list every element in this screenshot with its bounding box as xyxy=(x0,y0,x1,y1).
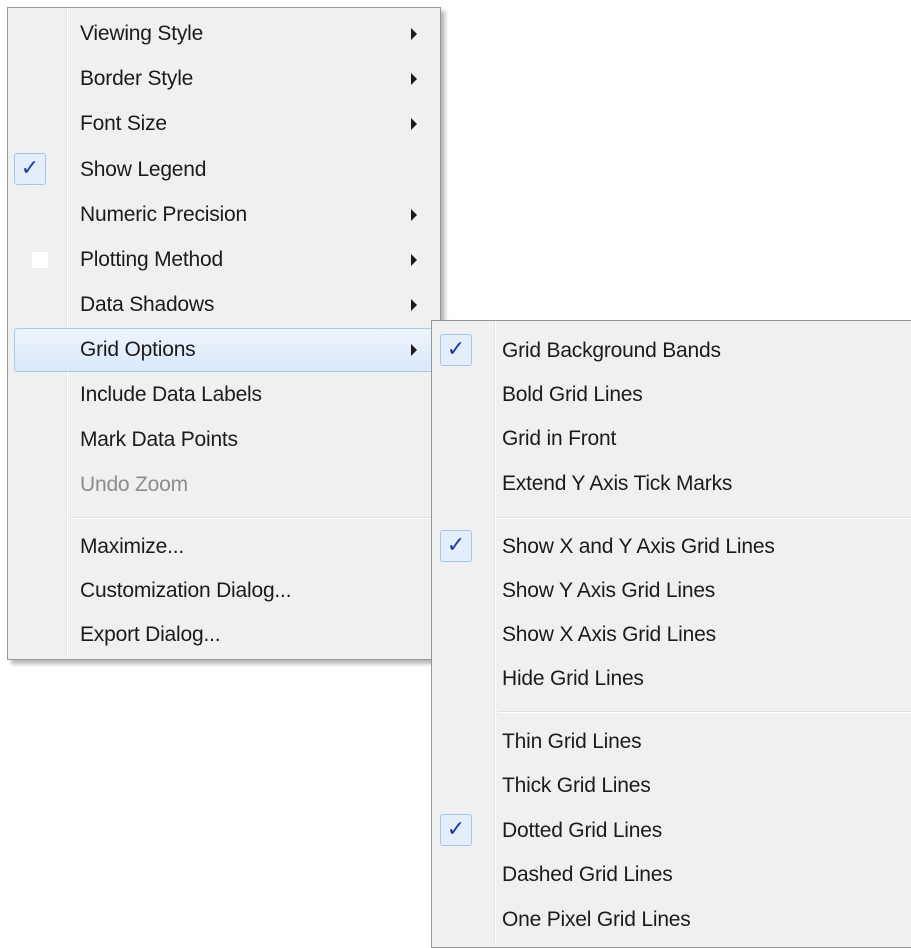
menu-item-include-data-labels[interactable]: Include Data Labels xyxy=(8,373,440,417)
menu-item-thin-grid-lines[interactable]: Thin Grid Lines xyxy=(432,720,911,764)
menu-item-show-legend[interactable]: ✓ Show Legend xyxy=(8,148,440,192)
menu-separator xyxy=(498,711,911,712)
menu-item-thick-grid-lines[interactable]: Thick Grid Lines xyxy=(432,764,911,808)
menu-item-font-size[interactable]: Font Size xyxy=(8,102,440,146)
menu-item-export-dialog[interactable]: Export Dialog... xyxy=(8,613,440,657)
menu-item-label: Hide Grid Lines xyxy=(502,667,644,690)
menu-item-label: Maximize... xyxy=(80,535,184,558)
submenu-arrow-icon xyxy=(411,254,417,266)
menu-item-label: Show X Axis Grid Lines xyxy=(502,623,716,646)
menu-item-label: One Pixel Grid Lines xyxy=(502,908,691,931)
menu-item-customization-dialog[interactable]: Customization Dialog... xyxy=(8,569,440,613)
checkmark-icon: ✓ xyxy=(20,156,40,181)
menu-item-one-pixel-grid-lines[interactable]: One Pixel Grid Lines xyxy=(432,898,911,942)
menu-item-hide-grid-lines[interactable]: Hide Grid Lines xyxy=(432,657,911,701)
menu-item-label: Dotted Grid Lines xyxy=(502,819,663,842)
menu-item-label: Mark Data Points xyxy=(80,428,238,451)
blank-icon xyxy=(32,252,48,268)
menu-item-dashed-grid-lines[interactable]: Dashed Grid Lines xyxy=(432,853,911,897)
menu-item-label: Thin Grid Lines xyxy=(502,730,642,753)
menu-item-extend-y-axis-tick-marks[interactable]: Extend Y Axis Tick Marks xyxy=(432,462,911,506)
menu-item-plotting-method[interactable]: Plotting Method xyxy=(8,238,440,282)
menu-item-label: Bold Grid Lines xyxy=(502,383,643,406)
menu-item-label: Font Size xyxy=(80,112,167,135)
menu-item-label: Data Shadows xyxy=(80,293,215,316)
menu-item-label: Show Legend xyxy=(80,158,207,181)
menu-item-maximize[interactable]: Maximize... xyxy=(8,525,440,569)
checkmark-icon: ✓ xyxy=(446,817,466,842)
context-menu: Viewing Style Border Style Font Size ✓ S… xyxy=(7,7,441,660)
menu-item-grid-background-bands[interactable]: ✓ Grid Background Bands xyxy=(432,329,911,373)
menu-separator xyxy=(498,517,911,518)
submenu-arrow-icon xyxy=(411,209,417,221)
menu-separator xyxy=(70,517,436,518)
menu-item-border-style[interactable]: Border Style xyxy=(8,57,440,101)
checked-box: ✓ xyxy=(440,530,472,562)
menu-item-numeric-precision[interactable]: Numeric Precision xyxy=(8,193,440,237)
menu-item-label: Extend Y Axis Tick Marks xyxy=(502,472,733,495)
menu-item-label: Numeric Precision xyxy=(80,203,247,226)
checked-box: ✓ xyxy=(440,334,472,366)
menu-item-label: Grid Options xyxy=(80,338,196,361)
menu-item-label: Undo Zoom xyxy=(80,473,188,496)
submenu-arrow-icon xyxy=(411,73,417,85)
checked-box: ✓ xyxy=(14,153,46,185)
checkmark-icon: ✓ xyxy=(446,533,466,558)
menu-item-label: Grid in Front xyxy=(502,427,617,450)
menu-item-label: Dashed Grid Lines xyxy=(502,863,673,886)
menu-item-undo-zoom: Undo Zoom xyxy=(8,463,440,507)
menu-item-label: Customization Dialog... xyxy=(80,579,292,602)
menu-item-show-x-axis-grid-lines[interactable]: Show X Axis Grid Lines xyxy=(432,613,911,657)
submenu-arrow-icon xyxy=(411,344,417,356)
menu-item-show-x-and-y-axis-grid-lines[interactable]: ✓ Show X and Y Axis Grid Lines xyxy=(432,525,911,569)
menu-item-label: Plotting Method xyxy=(80,248,223,271)
menu-item-label: Thick Grid Lines xyxy=(502,774,651,797)
menu-item-label: Show X and Y Axis Grid Lines xyxy=(502,535,775,558)
menu-item-label: Border Style xyxy=(80,67,194,90)
menu-item-grid-options[interactable]: Grid Options xyxy=(14,328,434,372)
menu-item-grid-in-front[interactable]: Grid in Front xyxy=(432,417,911,461)
submenu-arrow-icon xyxy=(411,28,417,40)
menu-item-dotted-grid-lines[interactable]: ✓ Dotted Grid Lines xyxy=(432,809,911,853)
grid-options-submenu: ✓ Grid Background Bands Bold Grid Lines … xyxy=(431,320,911,948)
menu-item-label: Grid Background Bands xyxy=(502,339,721,362)
menu-item-viewing-style[interactable]: Viewing Style xyxy=(8,12,440,56)
checked-box: ✓ xyxy=(440,814,472,846)
menu-item-bold-grid-lines[interactable]: Bold Grid Lines xyxy=(432,373,911,417)
checkmark-icon: ✓ xyxy=(446,337,466,362)
menu-item-mark-data-points[interactable]: Mark Data Points xyxy=(8,418,440,462)
menu-item-label: Viewing Style xyxy=(80,22,204,45)
submenu-arrow-icon xyxy=(411,299,417,311)
menu-item-label: Show Y Axis Grid Lines xyxy=(502,579,716,602)
menu-item-show-y-axis-grid-lines[interactable]: Show Y Axis Grid Lines xyxy=(432,569,911,613)
menu-item-label: Include Data Labels xyxy=(80,383,262,406)
menu-item-data-shadows[interactable]: Data Shadows xyxy=(8,283,440,327)
menu-item-label: Export Dialog... xyxy=(80,623,221,646)
submenu-arrow-icon xyxy=(411,118,417,130)
